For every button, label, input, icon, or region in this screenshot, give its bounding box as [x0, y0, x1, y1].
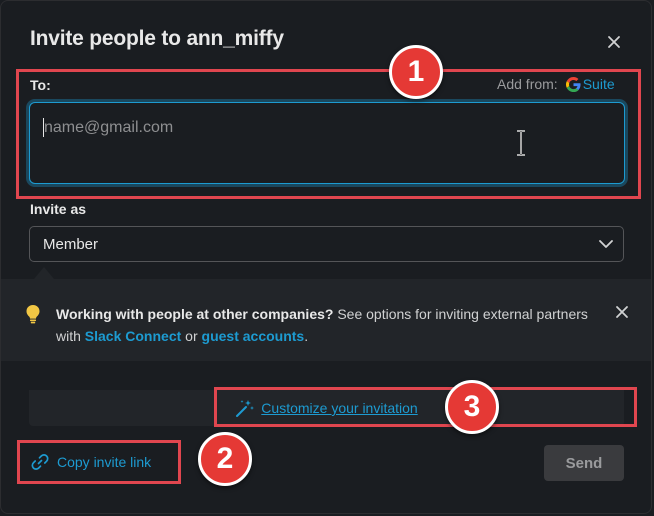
text-caret [43, 118, 44, 137]
chevron-down-icon [599, 240, 613, 248]
google-suite-link[interactable]: Suite [583, 76, 615, 92]
invite-modal: Invite people to ann_miffy To: Add from:… [0, 0, 652, 514]
customize-invitation-label: Customize your invitation [261, 400, 418, 416]
close-button[interactable] [599, 27, 629, 57]
invite-as-select[interactable]: Member [29, 226, 624, 262]
guest-accounts-link[interactable]: guest accounts [202, 328, 305, 344]
tip-close-icon[interactable] [615, 305, 629, 319]
modal-title: Invite people to ann_miffy [30, 27, 284, 50]
add-from-label: Add from: [497, 76, 558, 92]
external-partners-tip: Working with people at other companies? … [1, 279, 651, 361]
tip-text-2: or [181, 328, 202, 344]
invite-as-value: Member [43, 236, 99, 253]
add-from: Add from: Suite [497, 76, 615, 92]
tip-bold-text: Working with people at other companies? [56, 306, 334, 322]
send-button[interactable]: Send [544, 445, 624, 481]
to-label: To: [30, 77, 51, 93]
text-cursor-icon [517, 130, 525, 156]
copy-invite-link-button[interactable]: Copy invite link [31, 453, 151, 471]
magic-wand-icon [236, 400, 255, 417]
copy-invite-link-label: Copy invite link [57, 454, 152, 470]
invite-as-label: Invite as [30, 201, 87, 217]
tip-pointer [34, 267, 54, 279]
tip-text: Working with people at other companies? … [56, 303, 611, 347]
annotation-badge-1: 1 [389, 45, 443, 99]
close-icon [608, 36, 620, 48]
lightbulb-icon [26, 305, 40, 324]
customize-invitation-button[interactable]: Customize your invitation [29, 390, 624, 426]
tip-text-3: . [304, 328, 309, 344]
slack-connect-link[interactable]: Slack Connect [85, 328, 181, 344]
email-input-box[interactable] [29, 102, 625, 184]
link-icon [31, 454, 49, 470]
annotation-badge-2: 2 [198, 432, 252, 486]
google-g-icon[interactable] [565, 76, 581, 92]
annotation-badge-3: 3 [445, 380, 499, 434]
